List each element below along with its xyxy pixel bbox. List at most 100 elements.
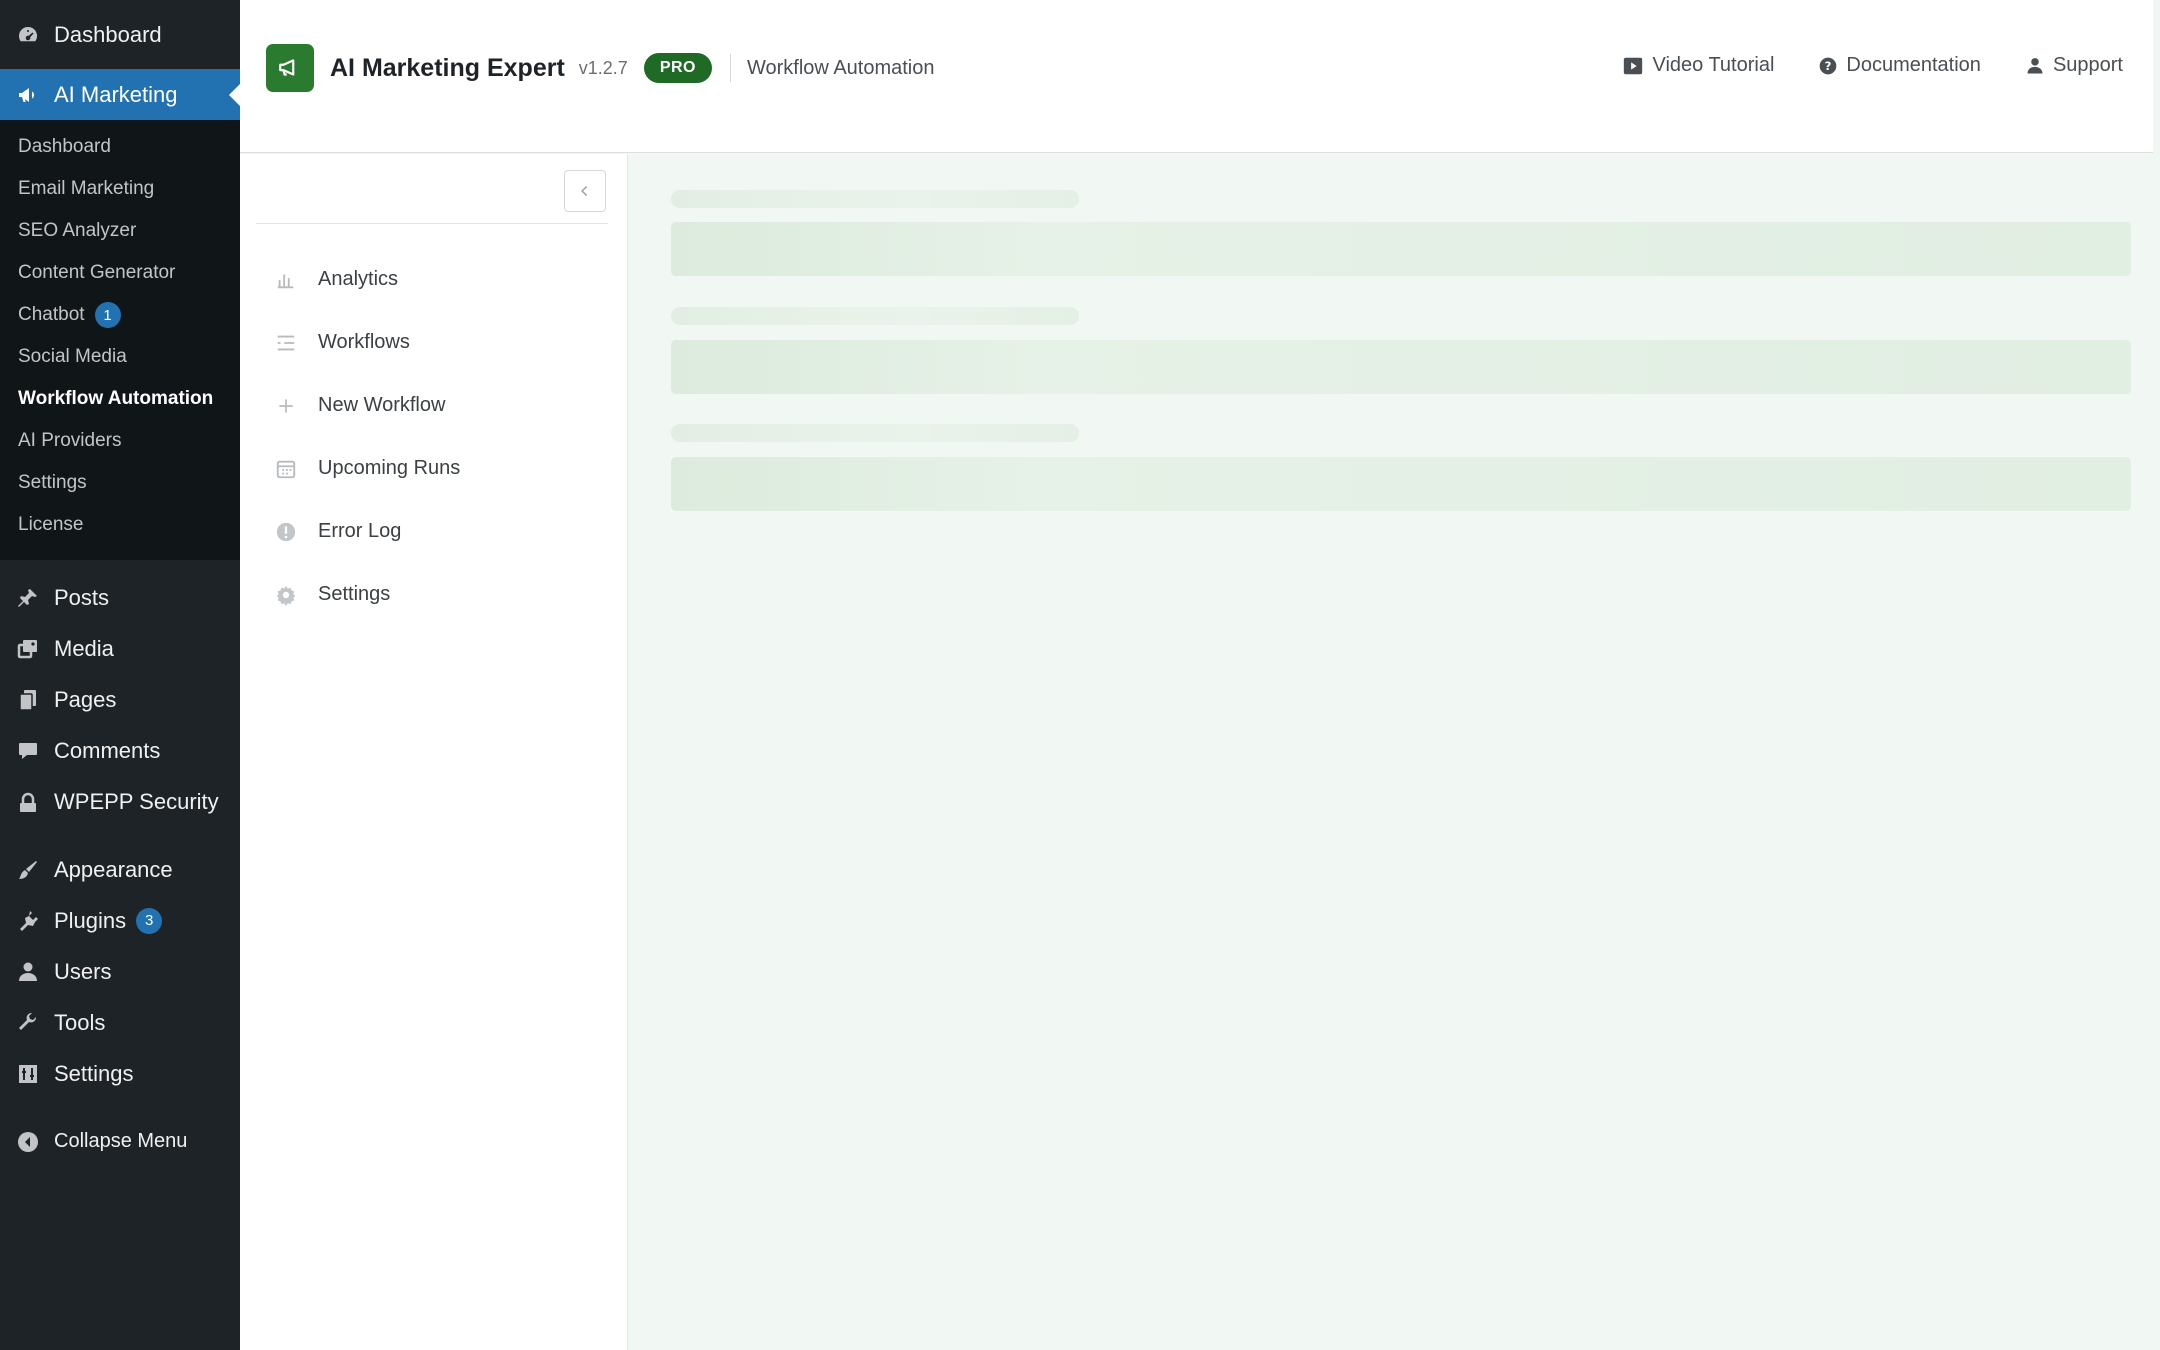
wp-menu-appearance-label: Appearance [54,856,173,882]
wp-menu-users[interactable]: Users [0,946,240,997]
nav-item-label: Analytics [318,268,399,290]
megaphone-icon [14,81,42,109]
wp-admin-sidebar: Dashboard AI Marketing Dashboard Email M… [0,0,240,1350]
wp-submenu-item-settings[interactable]: Settings [0,462,240,504]
support-link[interactable]: Support [2025,54,2123,77]
wp-menu-pages-label: Pages [54,686,117,712]
wp-submenu-item-chatbot[interactable]: Chatbot 1 [0,294,240,336]
header-divider [730,54,731,82]
wp-menu-pages[interactable]: Pages [0,674,240,725]
submenu-label: SEO Analyzer [18,220,137,241]
nav-item-analytics[interactable]: Analytics [240,248,628,311]
wp-menu-plugins[interactable]: Plugins 3 [0,895,240,946]
nav-item-workflows[interactable]: Workflows [240,311,628,374]
nav-item-label: New Workflow [318,394,446,416]
plugin-nav: Analytics Workflows New Workflow Upcomin… [240,154,628,1350]
dashboard-icon [14,21,42,49]
wp-submenu-item-social-media[interactable]: Social Media [0,336,240,378]
plugin-icon [14,907,42,935]
wp-menu-dashboard[interactable]: Dashboard [0,0,240,69]
submenu-label: License [18,514,84,535]
chatbot-count-badge: 1 [94,302,121,328]
wp-menu-tools[interactable]: Tools [0,997,240,1048]
nav-item-error-log[interactable]: Error Log [240,500,628,563]
wp-menu-ai-marketing[interactable]: AI Marketing [0,69,240,120]
skeleton-field [671,340,2131,394]
collapse-arrow-icon [14,1128,42,1156]
wp-submenu-item-workflow-automation[interactable]: Workflow Automation [0,378,240,420]
wp-menu-ai-marketing-label: AI Marketing [54,81,178,107]
paintbrush-icon [14,856,42,884]
wp-submenu-item-license[interactable]: License [0,504,240,546]
wp-menu-comments[interactable]: Comments [0,725,240,776]
chevron-left-icon [581,185,588,197]
wp-menu-users-label: Users [54,958,112,984]
support-label: Support [2052,54,2123,76]
video-icon [1622,55,1644,77]
lock-icon [14,788,42,816]
submenu-label: Workflow Automation [18,388,214,409]
nav-item-label: Error Log [318,520,402,542]
submenu-label: Dashboard [18,136,111,157]
calendar-icon [274,457,298,481]
collapse-nav-button[interactable] [564,170,606,212]
nav-item-new-workflow[interactable]: New Workflow [240,374,628,437]
wp-submenu-item-content-generator[interactable]: Content Generator [0,252,240,294]
nav-item-upcoming-runs[interactable]: Upcoming Runs [240,437,628,500]
wp-menu-group-content: Posts Media Pages Comments WPEPP Securit… [0,560,240,827]
media-icon [14,635,42,663]
settings-sliders-icon [14,1060,42,1088]
wp-menu-plugins-label: Plugins [54,907,127,933]
plugin-header: AI Marketing Expert v1.2.7 PRO Workflow … [240,0,2153,153]
nav-item-settings[interactable]: Settings [240,563,628,626]
wp-menu-posts[interactable]: Posts [0,572,240,623]
wp-menu-media[interactable]: Media [0,623,240,674]
nav-item-label: Settings [318,583,391,605]
skeleton-label [671,307,1079,325]
user-icon [14,958,42,986]
skeleton-label [671,424,1079,442]
wp-menu-comments-label: Comments [54,737,161,763]
wp-submenu-item-dashboard[interactable]: Dashboard [0,126,240,168]
gear-icon [274,583,298,607]
wp-menu-wpepp-security[interactable]: WPEPP Security [0,776,240,827]
pages-icon [14,686,42,714]
skeleton-field [671,457,2131,511]
wp-menu-group-admin: Appearance Plugins 3 Users Tools Setting… [0,844,240,1099]
wp-menu-wpepp-security-label: WPEPP Security [54,788,219,814]
wp-menu-settings-label: Settings [54,1060,134,1086]
wp-submenu-item-ai-providers[interactable]: AI Providers [0,420,240,462]
wp-menu-appearance[interactable]: Appearance [0,844,240,895]
bar-chart-icon [274,268,298,292]
help-icon: ? [1818,56,1838,76]
wp-menu-dashboard-label: Dashboard [54,21,162,47]
submenu-label: Settings [18,472,87,493]
svg-text:?: ? [1825,59,1832,73]
app-version: v1.2.7 [578,57,628,78]
app-title: AI Marketing Expert [330,53,565,82]
collapse-menu-label: Collapse Menu [54,1130,188,1152]
wp-submenu-item-email-marketing[interactable]: Email Marketing [0,168,240,210]
wp-menu-posts-label: Posts [54,584,110,610]
video-tutorial-label: Video Tutorial [1652,54,1775,76]
pin-icon [14,584,42,612]
list-icon [274,331,298,355]
wp-menu-settings[interactable]: Settings [0,1048,240,1099]
app-logo [266,44,314,92]
wp-submenu-item-seo-analyzer[interactable]: SEO Analyzer [0,210,240,252]
documentation-link[interactable]: ? Documentation [1818,54,1981,77]
megaphone-logo-icon [279,59,295,76]
submenu-label: AI Providers [18,430,122,451]
wp-menu-group-collapse: Collapse Menu [0,1116,240,1167]
skeleton-label [671,190,1079,208]
nav-item-label: Workflows [318,331,410,353]
plus-icon [274,394,298,418]
collapse-menu-button[interactable]: Collapse Menu [0,1116,240,1167]
video-tutorial-link[interactable]: Video Tutorial [1622,54,1774,77]
wp-menu-tools-label: Tools [54,1009,106,1035]
submenu-label: Email Marketing [18,178,155,199]
nav-item-label: Upcoming Runs [318,457,461,479]
wp-menu-media-label: Media [54,635,114,661]
wp-submenu-ai-marketing: Dashboard Email Marketing SEO Analyzer C… [0,120,240,560]
nav-divider [256,223,608,224]
